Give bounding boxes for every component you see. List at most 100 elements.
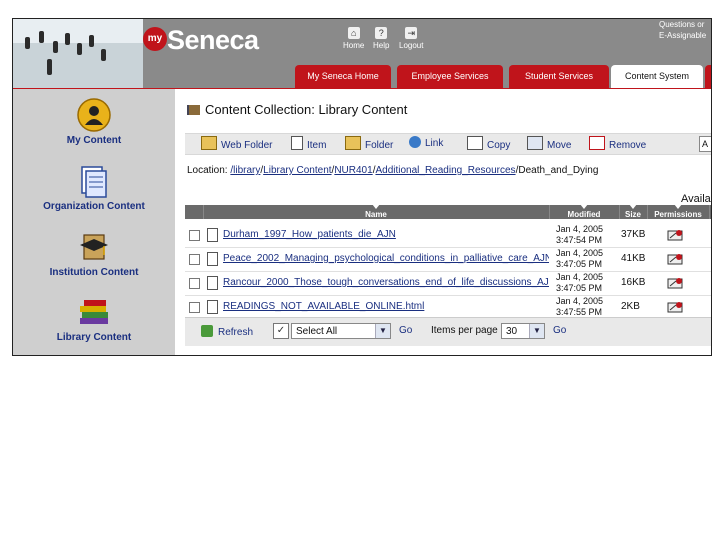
- file-icon: [207, 252, 218, 266]
- help-link[interactable]: ? Help: [373, 27, 389, 50]
- chevron-down-icon: ▼: [375, 324, 390, 338]
- row-checkbox[interactable]: [189, 230, 200, 241]
- sidebar-item-label: Library Content: [56, 332, 132, 343]
- copy-icon: [467, 136, 483, 150]
- permissions-icon[interactable]: [667, 300, 685, 314]
- books-icon: [76, 294, 112, 330]
- items-per-page-label: Items per page: [431, 325, 498, 336]
- web-folder-icon: [201, 136, 217, 150]
- modified-date: Jan 4, 2005 3:47:05 PM: [556, 248, 604, 269]
- table-row: Rancour_2000_Those_tough_conversations_e…: [185, 271, 711, 296]
- sidebar-item-label: My Content: [66, 135, 122, 146]
- permissions-icon[interactable]: [667, 276, 685, 290]
- permissions-icon[interactable]: [667, 252, 685, 266]
- search-field[interactable]: A: [699, 136, 711, 152]
- home-icon: ⌂: [347, 27, 360, 39]
- select-action-dropdown[interactable]: Select All ▼: [291, 323, 391, 339]
- breadcrumb-current: Death_and_Dying: [518, 165, 599, 176]
- breadcrumb-nur401[interactable]: NUR401: [334, 165, 372, 176]
- remove-button[interactable]: Remove: [589, 136, 646, 151]
- file-size: 16KB: [621, 277, 646, 288]
- breadcrumb-additional-reading[interactable]: Additional_Reading_Resources: [375, 165, 515, 176]
- link-button[interactable]: Link: [409, 136, 443, 149]
- table-header: Name Modified Size Permissions: [185, 204, 711, 219]
- logout-link[interactable]: ⇥ Logout: [399, 27, 423, 50]
- row-checkbox[interactable]: [189, 254, 200, 265]
- select-all-checkbox[interactable]: ✓: [273, 323, 289, 339]
- content-toolbar: Web Folder Item Folder Link Copy Move Re…: [185, 133, 711, 155]
- file-icon: [207, 228, 218, 242]
- tab-more[interactable]: [705, 65, 711, 88]
- file-link[interactable]: READINGS_NOT_AVAILABLE_ONLINE.html: [223, 301, 549, 312]
- browser-frame: my Seneca ⌂ Home ? Help ⇥ Logout Questio…: [12, 18, 712, 356]
- remove-icon: [589, 136, 605, 150]
- table-row: Durham_1997_How_patients_die_AJN Jan 4, …: [185, 223, 711, 248]
- hockey-photo: [13, 19, 143, 88]
- permissions-icon[interactable]: [667, 228, 685, 242]
- library-icon: [187, 105, 200, 115]
- move-button[interactable]: Move: [527, 136, 571, 151]
- web-folder-button[interactable]: Web Folder: [201, 136, 273, 151]
- help-icon: ?: [375, 27, 388, 39]
- col-modified[interactable]: Modified: [549, 204, 620, 219]
- refresh-button[interactable]: Refresh: [201, 325, 253, 338]
- logo-name: Seneca: [167, 25, 259, 55]
- item-icon: [291, 136, 303, 150]
- col-size[interactable]: Size: [619, 204, 648, 219]
- row-checkbox[interactable]: [189, 278, 200, 289]
- globe-link-icon: [409, 136, 421, 148]
- breadcrumb-library-content[interactable]: Library Content: [263, 165, 331, 176]
- file-size: 41KB: [621, 253, 646, 264]
- availability-label: Availa: [681, 193, 711, 205]
- table-row: Peace_2002_Managing_psychological_condit…: [185, 247, 711, 272]
- items-per-page-select[interactable]: 30 ▼: [501, 323, 545, 339]
- tab-my-seneca-home[interactable]: My Seneca Home: [295, 65, 391, 88]
- file-icon: [207, 276, 218, 290]
- go-button[interactable]: Go: [399, 325, 412, 336]
- tab-employee-services[interactable]: Employee Services: [397, 65, 503, 88]
- documents-icon: [76, 163, 112, 199]
- logout-icon: ⇥: [405, 27, 418, 39]
- col-permissions[interactable]: Permissions: [647, 204, 710, 219]
- file-link[interactable]: Peace_2002_Managing_psychological_condit…: [223, 253, 549, 264]
- file-link[interactable]: Rancour_2000_Those_tough_conversations_e…: [223, 277, 549, 288]
- modified-date: Jan 4, 2005 3:47:05 PM: [556, 272, 604, 293]
- breadcrumb-library[interactable]: /library: [230, 165, 260, 176]
- tab-content-system[interactable]: Content System: [611, 65, 703, 88]
- col-checkbox: [185, 205, 204, 219]
- folder-icon: [345, 136, 361, 150]
- questions-text: Questions or E-Assignable: [659, 20, 707, 40]
- row-checkbox[interactable]: [189, 302, 200, 313]
- sidebar-item-my-content[interactable]: My Content: [13, 97, 175, 146]
- main-content: Content Collection: Library Content Web …: [183, 89, 711, 355]
- col-name[interactable]: Name: [203, 204, 550, 219]
- sidebar-item-institution-content[interactable]: Institution Content: [13, 229, 175, 278]
- sidebar-item-label: Organization Content: [43, 201, 145, 212]
- breadcrumb: Location: /library/Library Content/NUR40…: [187, 165, 599, 176]
- header: my Seneca ⌂ Home ? Help ⇥ Logout Questio…: [13, 19, 711, 88]
- file-link[interactable]: Durham_1997_How_patients_die_AJN: [223, 229, 549, 240]
- modified-date: Jan 4, 2005 3:47:55 PM: [556, 296, 604, 317]
- graduation-cap-icon: [76, 229, 112, 265]
- home-link[interactable]: ⌂ Home: [343, 27, 364, 50]
- copy-button[interactable]: Copy: [467, 136, 510, 151]
- chevron-down-icon: ▼: [529, 324, 544, 338]
- sidebar-item-label: Institution Content: [49, 267, 139, 278]
- folder-button[interactable]: Folder: [345, 136, 393, 151]
- file-size: 37KB: [621, 229, 646, 240]
- sidebar: My Content Organization Content Institut…: [13, 89, 175, 355]
- sidebar-item-organization-content[interactable]: Organization Content: [13, 163, 175, 212]
- seneca-logo[interactable]: my Seneca: [143, 25, 293, 61]
- move-icon: [527, 136, 543, 150]
- go-button-items[interactable]: Go: [553, 325, 566, 336]
- tab-student-services[interactable]: Student Services: [509, 65, 609, 88]
- bottom-action-bar: Refresh ✓ Select All ▼ Go Items per page…: [185, 317, 711, 346]
- refresh-icon: [201, 325, 213, 337]
- sidebar-item-library-content[interactable]: Library Content: [13, 294, 175, 343]
- page-title: Content Collection: Library Content: [187, 102, 407, 117]
- item-button[interactable]: Item: [291, 136, 326, 151]
- modified-date: Jan 4, 2005 3:47:54 PM: [556, 224, 604, 245]
- file-icon: [207, 300, 218, 314]
- person-icon: [76, 97, 112, 133]
- file-size: 2KB: [621, 301, 640, 312]
